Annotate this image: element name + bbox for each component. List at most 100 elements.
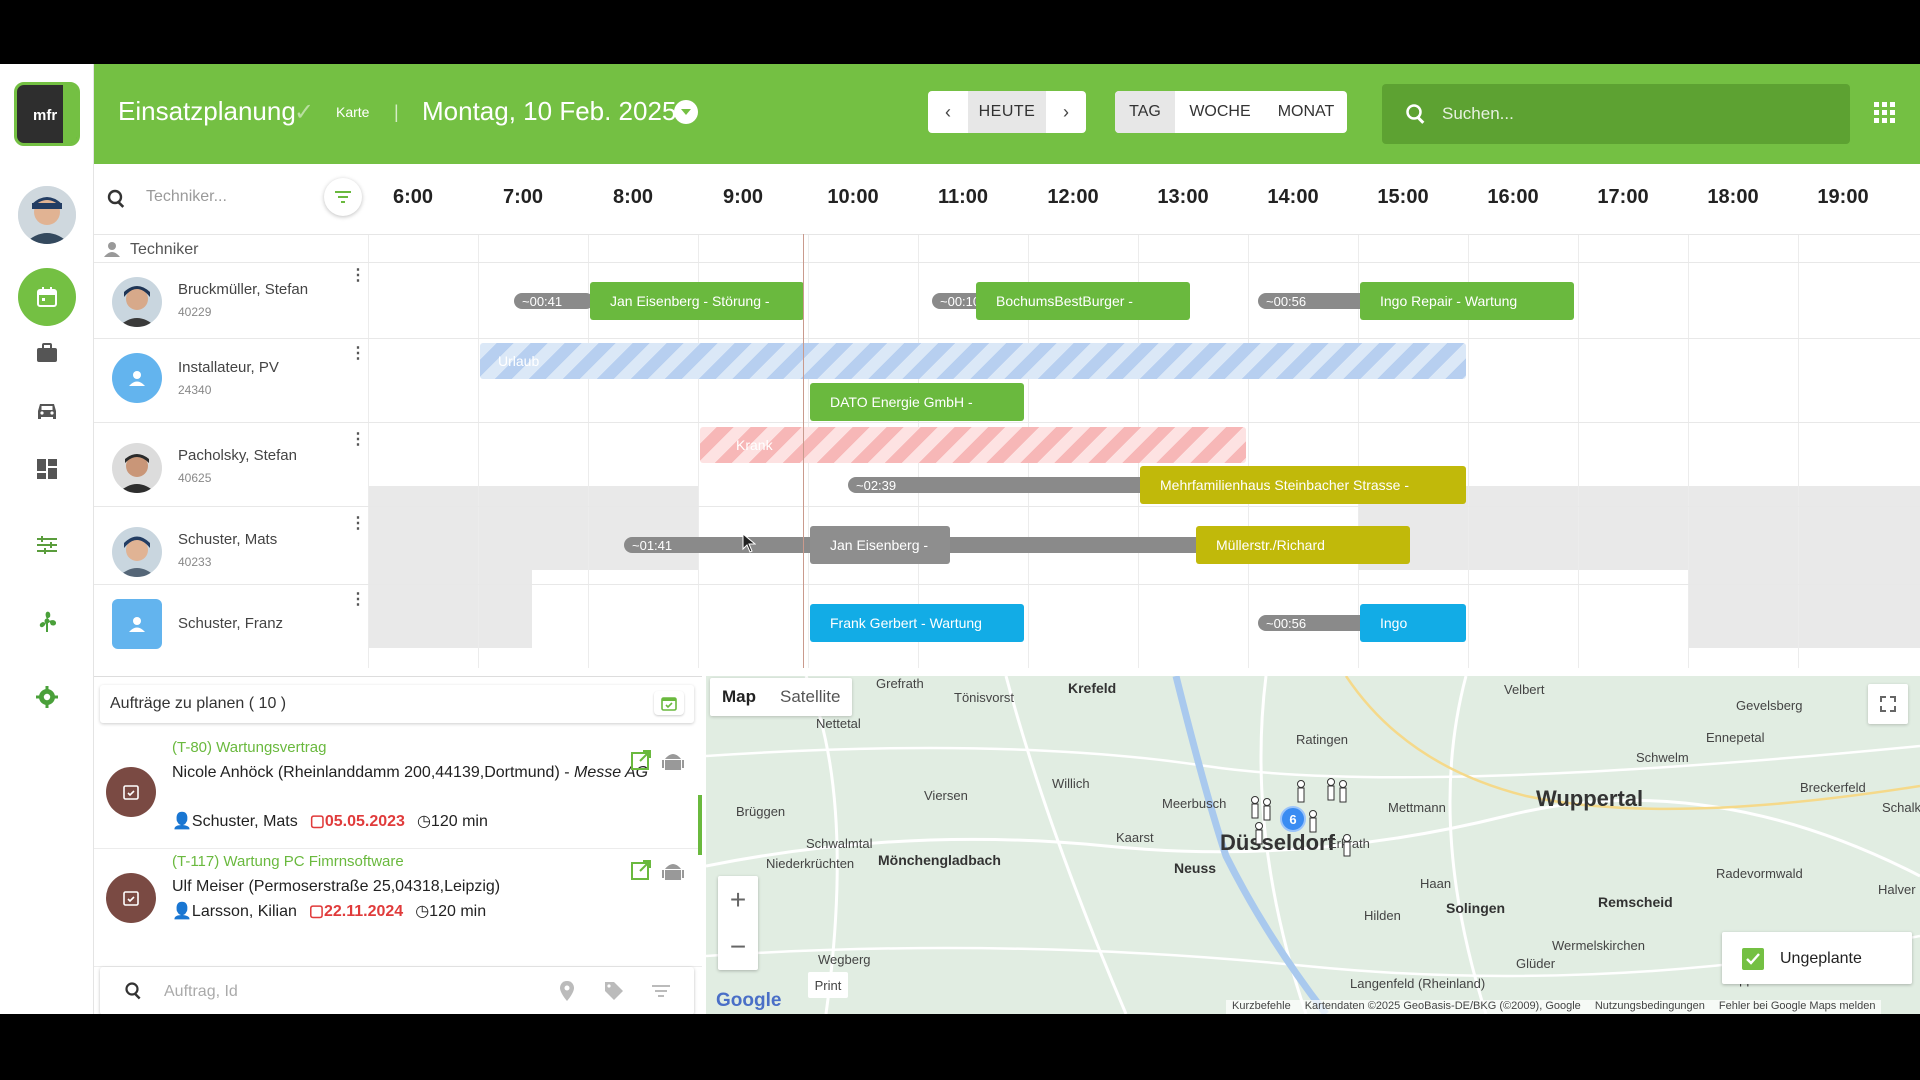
technician-search [94, 164, 368, 234]
user-avatar[interactable] [18, 186, 76, 244]
keyboard-shortcuts-link[interactable]: Kurzbefehle [1232, 1000, 1291, 1014]
zoom-in-button[interactable]: + [718, 876, 758, 923]
technician-avatar [112, 527, 162, 577]
zoom-out-button[interactable]: − [718, 923, 758, 970]
next-day-button[interactable]: › [1046, 91, 1086, 133]
settings-nav-button[interactable] [18, 668, 76, 726]
dashboard-nav-button[interactable] [18, 440, 76, 498]
order-due-date-value: 22.11.2024 [324, 903, 404, 920]
order-code[interactable]: (T-117) Wartung PC Fimrnsoftware [172, 853, 404, 870]
technician-search-input[interactable] [146, 188, 306, 206]
terms-link[interactable]: Nutzungsbedingungen [1595, 1000, 1705, 1014]
absence-vacation[interactable]: Urlaub [480, 343, 1466, 379]
technician-id: 40229 [178, 305, 212, 319]
orders-calendar-button[interactable] [654, 691, 684, 715]
row-menu-button[interactable]: ⋮ [350, 346, 366, 362]
technician-id: 24340 [178, 383, 212, 397]
order-item[interactable]: (T-80) Wartungsvertrag Nicole Anhöck (Rh… [94, 731, 702, 849]
report-error-link[interactable]: Fehler bei Google Maps melden [1719, 1000, 1876, 1014]
date-dropdown-button[interactable] [674, 100, 698, 124]
vehicles-nav-button[interactable] [18, 382, 76, 440]
order-type-icon [106, 873, 156, 923]
appointment-bar[interactable]: BochumsBestBurger - [976, 282, 1190, 320]
technician-map-marker[interactable] [1326, 778, 1336, 802]
list-scroll-indicator[interactable] [698, 795, 702, 855]
order-technician: 👤Schuster, Mats [172, 813, 298, 830]
appointment-bar[interactable]: Müllerstr./Richard [1196, 526, 1410, 564]
person-icon [104, 242, 120, 257]
map-label: Halver [1878, 882, 1916, 897]
calendar-nav-button[interactable] [18, 268, 76, 326]
appointment-bar[interactable]: DATO Energie GmbH - [810, 383, 1024, 421]
map-view[interactable]: Map Satellite Krefeld Grefrath Tönisvors… [706, 676, 1920, 1014]
print-button[interactable]: Print [808, 972, 848, 998]
tag-icon[interactable] [604, 981, 624, 1001]
appointment-bar[interactable]: Ingo Repair - Wartung [1360, 282, 1574, 320]
apps-grid-icon[interactable] [1874, 102, 1896, 124]
search-icon [125, 982, 141, 1000]
technician-map-marker[interactable] [1296, 780, 1306, 804]
appointment-bar[interactable]: Jan Eisenberg - Störung - [590, 282, 804, 320]
current-date[interactable]: Montag, 10 Feb. 2025 [422, 96, 676, 127]
map-toggle-link[interactable]: Karte [336, 104, 369, 120]
technician-name: Bruckmüller, Stefan [178, 281, 309, 298]
prev-day-button[interactable]: ‹ [928, 91, 968, 133]
order-code[interactable]: (T-80) Wartungsvertrag [172, 739, 327, 756]
appointment-bar[interactable]: Ingo [1360, 604, 1466, 642]
location-pin-icon[interactable] [560, 981, 574, 1001]
travel-time[interactable]: ~00:56 [1258, 615, 1368, 631]
unplanned-checkbox[interactable] [1742, 948, 1764, 970]
sliders-icon [37, 536, 57, 554]
view-day-button[interactable]: TAG [1115, 91, 1175, 133]
unplanned-toggle[interactable]: Ungeplante [1722, 932, 1912, 984]
technician-column-header: Techniker [94, 234, 1920, 262]
view-month-button[interactable]: MONAT [1265, 91, 1347, 133]
technician-map-marker[interactable] [1262, 798, 1272, 822]
android-icon[interactable] [662, 859, 684, 883]
technician-map-marker[interactable] [1342, 834, 1352, 858]
filter-icon[interactable] [652, 985, 670, 997]
map-cluster-marker[interactable]: 6 [1280, 806, 1306, 832]
android-icon[interactable] [662, 749, 684, 773]
jobs-nav-button[interactable] [18, 324, 76, 382]
technician-row: Bruckmüller, Stefan 40229 ⋮ ~00:41 Jan E… [94, 262, 1920, 338]
open-external-icon[interactable] [630, 859, 652, 881]
orders-header: Aufträge zu planen ( 10 ) [100, 685, 694, 723]
technician-map-marker[interactable] [1308, 810, 1318, 834]
appointment-bar[interactable]: Frank Gerbert - Wartung [810, 604, 1024, 642]
technician-map-marker[interactable] [1338, 780, 1348, 804]
row-menu-button[interactable]: ⋮ [350, 268, 366, 284]
travel-time[interactable]: ~00:41 [514, 293, 594, 309]
row-menu-button[interactable]: ⋮ [350, 592, 366, 608]
appointment-bar[interactable]: Jan Eisenberg - [810, 526, 950, 564]
current-time-line [803, 234, 804, 668]
absence-sick[interactable]: Krank [700, 427, 1246, 463]
technician-row: Schuster, Franz ⋮ Frank Gerbert - Wartun… [94, 584, 1920, 668]
row-menu-button[interactable]: ⋮ [350, 516, 366, 532]
settings-sliders-nav-button[interactable] [18, 516, 76, 574]
appointment-bar[interactable]: Mehrfamilienhaus Steinbacher Strasse - [1140, 466, 1466, 504]
row-menu-button[interactable]: ⋮ [350, 432, 366, 448]
order-item[interactable]: (T-117) Wartung PC Fimrnsoftware Ulf Mei… [94, 849, 702, 967]
fullscreen-button[interactable] [1868, 684, 1908, 724]
technician-map-marker[interactable] [1250, 796, 1260, 820]
fan-nav-button[interactable] [18, 592, 76, 650]
technician-map-marker[interactable] [1254, 822, 1264, 846]
travel-time[interactable]: ~00:56 [1258, 293, 1368, 309]
map-tab-satellite[interactable]: Satellite [768, 687, 852, 707]
order-search-bar [100, 967, 694, 1014]
map-tab-map[interactable]: Map [710, 687, 768, 707]
today-button[interactable]: HEUTE [968, 91, 1046, 133]
technician-name: Schuster, Franz [178, 615, 284, 632]
map-label: Breckerfeld [1800, 780, 1866, 795]
order-customer: Ulf Meiser (Permoserstraße 25,04318,Leip… [172, 875, 662, 899]
open-external-icon[interactable] [630, 749, 652, 771]
orders-panel: Aufträge zu planen ( 10 ) (T-80) Wartung… [94, 676, 702, 1014]
search-input[interactable] [1442, 102, 1822, 126]
date-navigation: ‹ HEUTE › [928, 91, 1086, 133]
app-logo[interactable]: mfr [14, 82, 80, 146]
technician-filter-button[interactable] [324, 178, 362, 216]
view-week-button[interactable]: WOCHE [1175, 91, 1265, 133]
order-search-input[interactable] [164, 983, 464, 1001]
technician-avatar [112, 599, 162, 649]
